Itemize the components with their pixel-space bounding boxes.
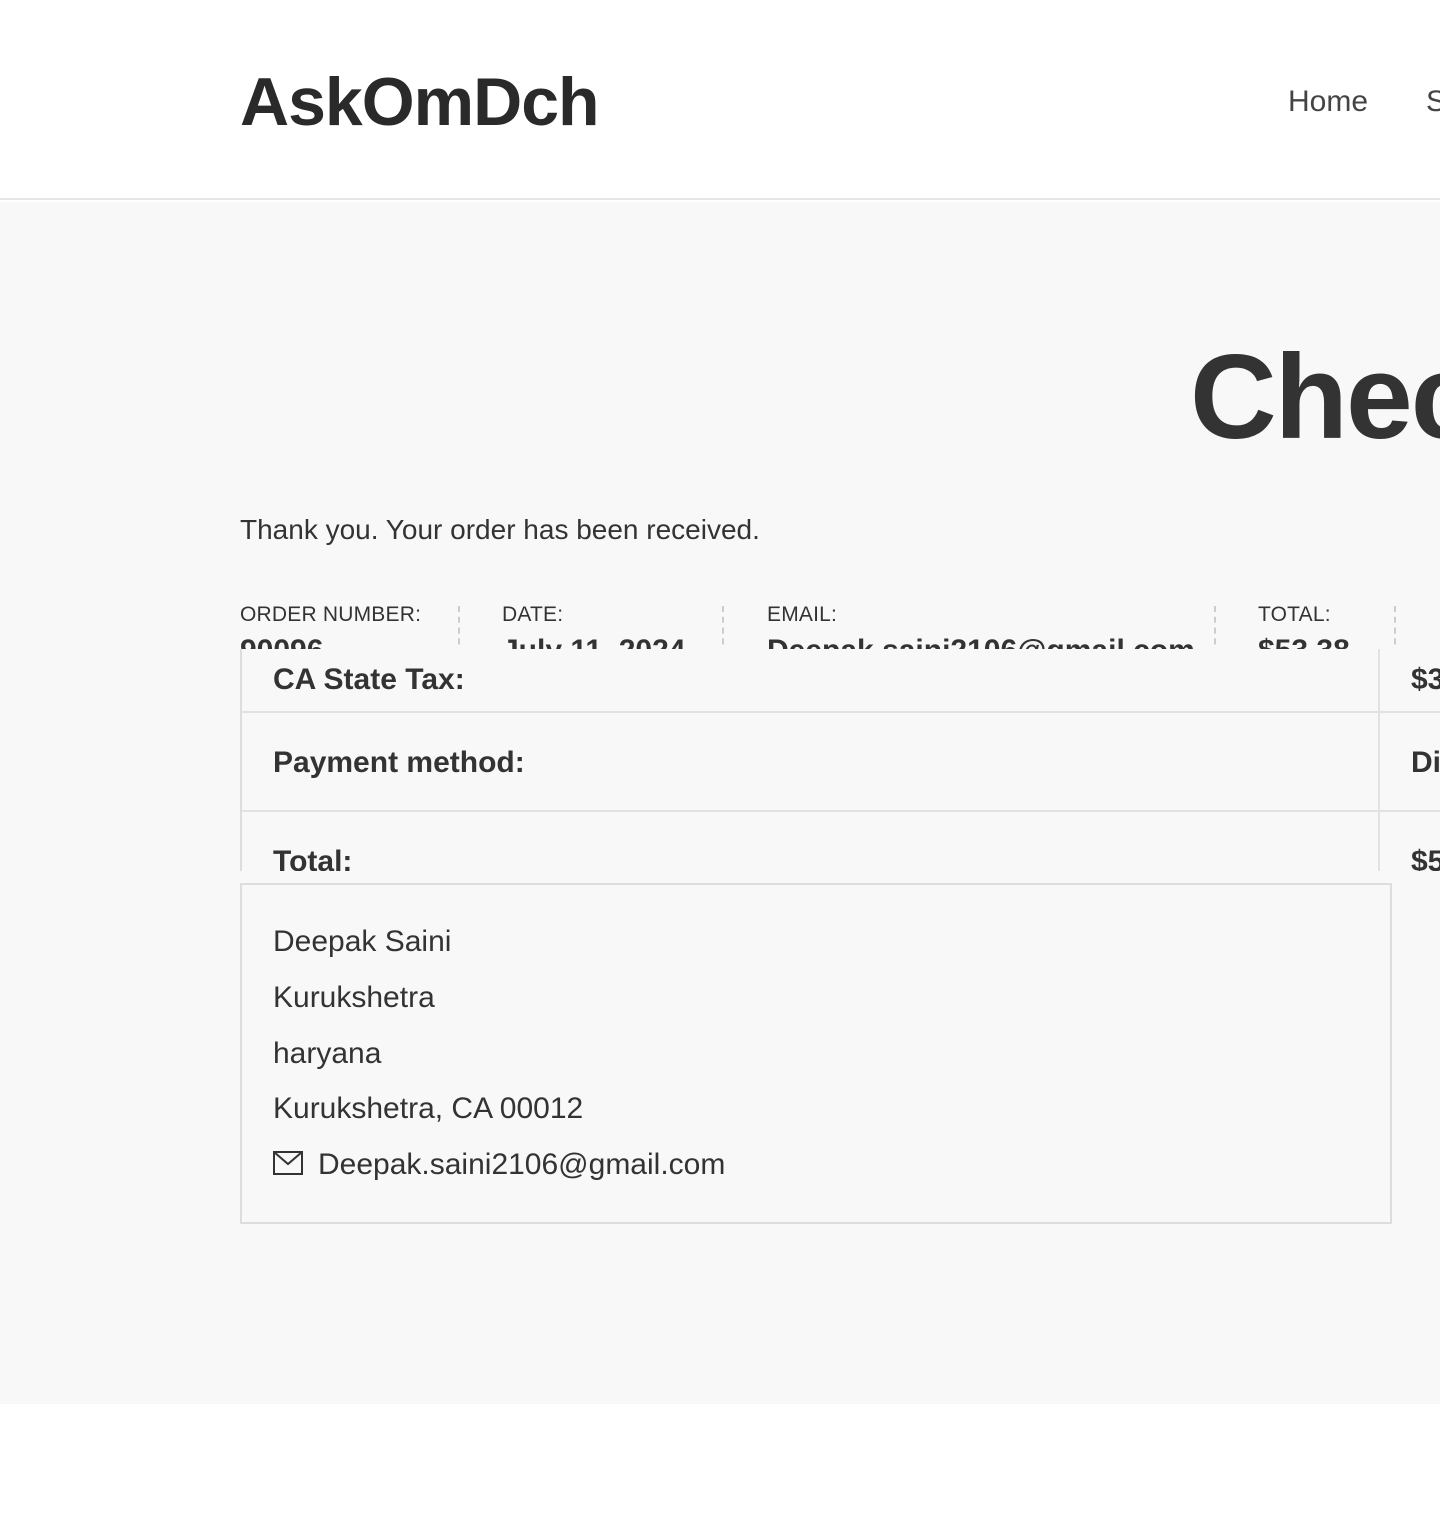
site-header: AskOmDch Home S xyxy=(0,0,1440,200)
payment-method-value: Di xyxy=(1411,746,1440,779)
order-number-value: 90096 xyxy=(240,634,421,649)
overview-divider xyxy=(458,606,460,649)
billing-address: Deepak Saini Kurukshetra haryana Kuruksh… xyxy=(240,883,1392,1224)
order-overview: ORDER NUMBER: 90096 DATE: July 11, 2024 … xyxy=(240,602,1440,649)
tax-value: $3 xyxy=(1411,663,1440,696)
billing-address-line-1: Kurukshetra xyxy=(273,981,435,1014)
billing-name: Deepak Saini xyxy=(273,925,452,958)
order-number-item: ORDER NUMBER: 90096 xyxy=(240,602,421,649)
table-row: Total: $5 xyxy=(242,812,1440,871)
page-title: Chec xyxy=(1190,330,1440,464)
payment-method-label: Payment method: xyxy=(273,746,525,779)
table-column-divider xyxy=(1378,649,1380,871)
billing-email[interactable]: Deepak.saini2106@gmail.com xyxy=(318,1147,725,1183)
order-date-value: July 11, 2024 xyxy=(502,634,686,649)
nav-item-store[interactable]: S xyxy=(1426,84,1440,120)
order-total-row-label: Total: xyxy=(273,845,353,871)
order-total-item: TOTAL: $53.38 xyxy=(1258,602,1350,649)
table-row: CA State Tax: $3 xyxy=(242,649,1440,713)
overview-divider xyxy=(722,606,724,649)
order-email-label: EMAIL: xyxy=(767,603,838,626)
order-details-table: CA State Tax: $3 Payment method: Di Tota… xyxy=(240,649,1440,871)
order-email-value: Deepak.saini2106@gmail.com xyxy=(767,634,1195,649)
main-content: Chec Thank you. Your order has been rece… xyxy=(0,202,1440,1404)
envelope-icon xyxy=(273,1151,303,1175)
nav-item-home[interactable]: Home xyxy=(1288,84,1368,120)
order-total-row-value: $5 xyxy=(1411,845,1440,871)
order-email-item: EMAIL: Deepak.saini2106@gmail.com xyxy=(767,602,1195,649)
order-number-label: ORDER NUMBER: xyxy=(240,603,422,626)
site-footer xyxy=(0,1404,1440,1519)
overview-divider xyxy=(1214,606,1216,649)
order-total-label: TOTAL: xyxy=(1258,603,1331,626)
order-date-label: DATE: xyxy=(502,603,564,626)
order-received-notice: Thank you. Your order has been received. xyxy=(240,514,760,545)
site-title[interactable]: AskOmDch xyxy=(240,62,600,142)
order-total-value: $53.38 xyxy=(1258,634,1350,649)
billing-city-state-zip: Kurukshetra, CA 00012 xyxy=(273,1092,584,1125)
table-row: Payment method: Di xyxy=(242,713,1440,812)
order-date-item: DATE: July 11, 2024 xyxy=(502,602,686,649)
billing-address-line-2: haryana xyxy=(273,1037,382,1070)
tax-label: CA State Tax: xyxy=(273,663,465,696)
overview-divider xyxy=(1394,606,1396,649)
